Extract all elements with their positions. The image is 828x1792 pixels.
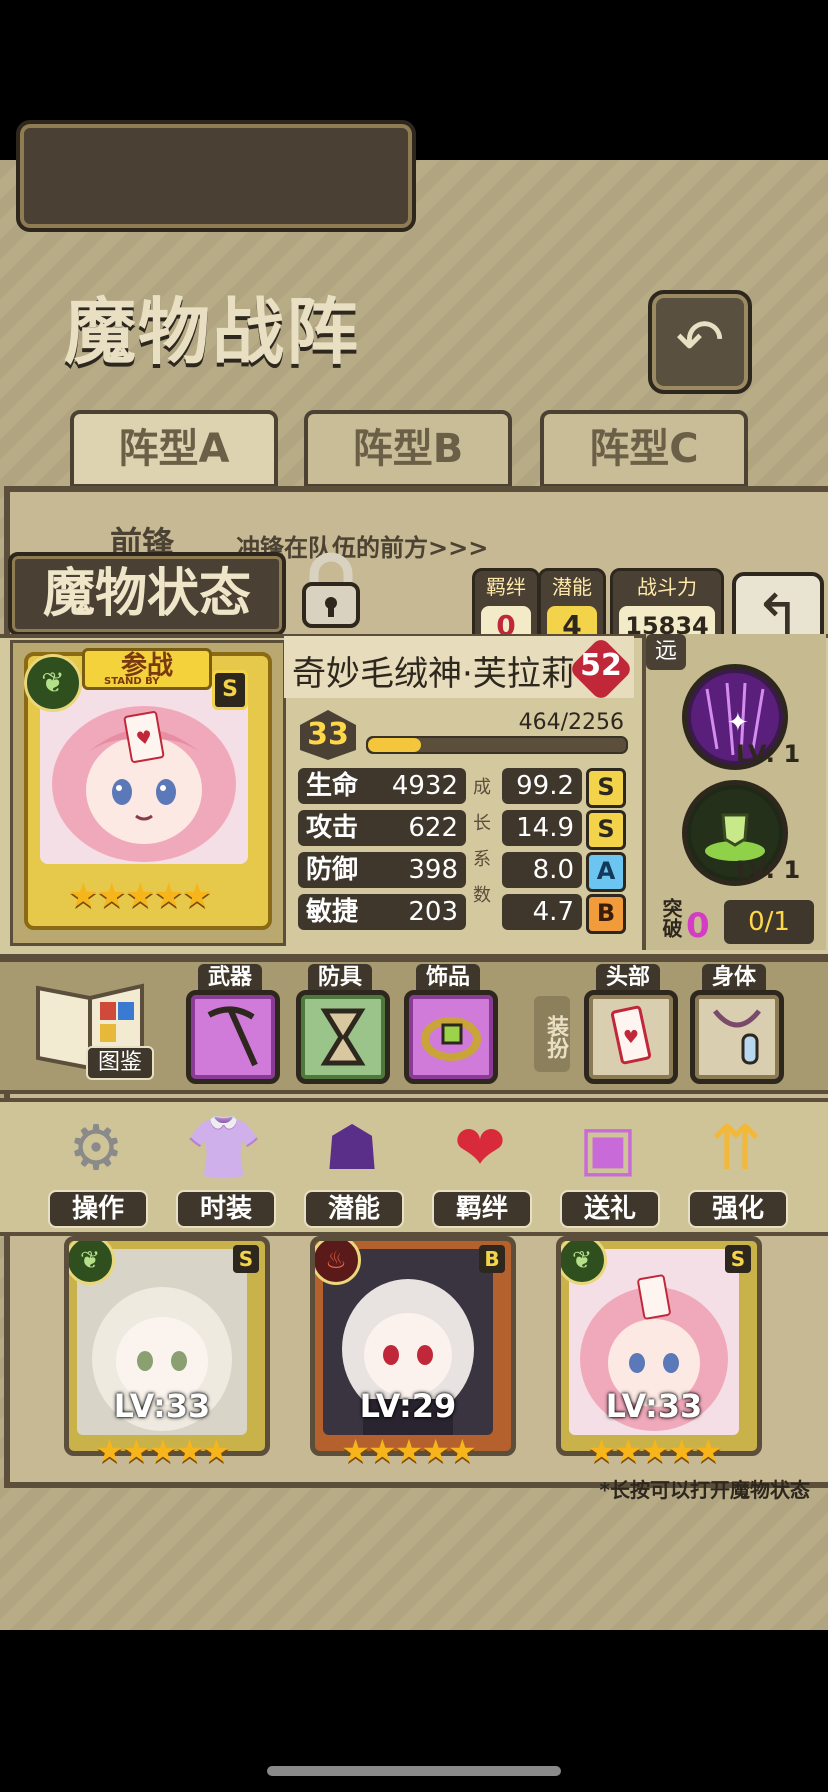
demon-icon: ☗ bbox=[324, 1111, 380, 1184]
heart-value: 52 bbox=[580, 648, 622, 683]
svg-text:♥: ♥ bbox=[623, 1027, 639, 1048]
menu-fashion[interactable]: 👚 时装 bbox=[168, 1104, 280, 1228]
team-card-3[interactable]: ❦ S LV:33 bbox=[556, 1236, 762, 1456]
skill-1-level: LV: 1 bbox=[736, 740, 801, 768]
leaf-element-icon: ❦ bbox=[69, 1241, 115, 1285]
accessory-tag: 饰品 bbox=[416, 964, 480, 992]
breakthrough-progress[interactable]: 0/1 bbox=[724, 900, 814, 944]
necklace-icon bbox=[713, 1009, 761, 1065]
monster-name: 奇妙毛绒神·芙拉莉 bbox=[292, 654, 575, 694]
monster-portrait: ♥ bbox=[40, 684, 248, 864]
menu-operate[interactable]: ⚙ 操作 bbox=[40, 1104, 152, 1228]
stat-agi-value: 203 bbox=[366, 894, 466, 930]
growth-agi-grade: B bbox=[586, 894, 626, 934]
team-card-1-stars: ★★★★★ bbox=[95, 1432, 230, 1470]
page-title: 魔物战阵 bbox=[63, 290, 360, 374]
armor-slot[interactable] bbox=[296, 990, 390, 1084]
upgrade-arrows-icon: ⇈ bbox=[710, 1111, 762, 1184]
weapon-tag: 武器 bbox=[198, 964, 262, 992]
skill-2-level: LV: 1 bbox=[736, 856, 801, 884]
fire-element-icon: ♨ bbox=[315, 1241, 361, 1285]
armor-tag: 防具 bbox=[308, 964, 372, 992]
gear-icon: ⚙ bbox=[68, 1111, 124, 1184]
growth-def-value: 8.0 bbox=[502, 852, 582, 888]
growth-atk-value: 14.9 bbox=[502, 810, 582, 846]
team-card-grade: S bbox=[233, 1245, 259, 1273]
dress-icon: 👚 bbox=[185, 1111, 263, 1184]
power-label: 战斗力 bbox=[637, 575, 697, 599]
hourglass-icon bbox=[320, 1008, 366, 1066]
team-card-level: LV:29 bbox=[359, 1387, 457, 1425]
long-press-hint: *长按可以打开魔物状态 bbox=[599, 1478, 810, 1502]
breakthrough-label: 突破 bbox=[659, 898, 683, 938]
team-card-2-stars: ★★★★★ bbox=[341, 1432, 476, 1470]
title-plate bbox=[16, 120, 416, 232]
stat-def-value: 398 bbox=[366, 852, 466, 888]
leaf-element-icon: ❦ bbox=[24, 654, 82, 712]
range-badge: 远 bbox=[646, 634, 686, 670]
menu-bond[interactable]: ❤ 羁绊 bbox=[424, 1104, 536, 1228]
stat-hp-value: 4932 bbox=[366, 768, 466, 804]
body-tag: 身体 bbox=[702, 964, 766, 992]
card-stars: ★★★★★ bbox=[68, 876, 212, 916]
lock-icon[interactable] bbox=[298, 550, 364, 630]
undo-arrow-icon: ↶ bbox=[675, 306, 725, 374]
growth-hp-grade: S bbox=[586, 768, 626, 808]
tab-formation-b[interactable]: 阵型B bbox=[304, 410, 512, 488]
tab-formation-c[interactable]: 阵型C bbox=[540, 410, 748, 488]
card-grade: S bbox=[212, 670, 248, 710]
growth-def-grade: A bbox=[586, 852, 626, 892]
breakthrough-value: 0 bbox=[686, 906, 710, 946]
stat-hp-label: 生命 bbox=[298, 768, 366, 804]
team-card-grade: S bbox=[725, 1245, 751, 1273]
tab-formation-a[interactable]: 阵型A bbox=[70, 410, 278, 488]
team-card-2[interactable]: ♨ B LV:29 bbox=[310, 1236, 516, 1456]
team-card-3-stars: ★★★★★ bbox=[587, 1432, 722, 1470]
stat-atk-value: 622 bbox=[366, 810, 466, 846]
stat-def-label: 防御 bbox=[298, 852, 366, 888]
ring-icon bbox=[421, 1017, 481, 1061]
team-card-1[interactable]: ❦ S LV:33 bbox=[64, 1236, 270, 1456]
exp-bar-fill bbox=[368, 738, 421, 752]
svg-text:✦: ✦ bbox=[727, 708, 749, 738]
exp-text: 464/2256 bbox=[518, 710, 624, 735]
stat-atk-label: 攻击 bbox=[298, 810, 366, 846]
potential-label: 潜能 bbox=[552, 575, 592, 599]
home-indicator[interactable] bbox=[267, 1766, 561, 1776]
standby-subtext: STAND BY bbox=[104, 676, 160, 687]
accessory-slot[interactable] bbox=[404, 990, 498, 1084]
body-slot[interactable] bbox=[690, 990, 784, 1084]
menu-potential[interactable]: ☗ 潜能 bbox=[296, 1104, 408, 1228]
head-tag: 头部 bbox=[596, 964, 660, 992]
growth-coefficient-label: 成长系数 bbox=[470, 777, 491, 921]
talisman-icon: ♥ bbox=[610, 1005, 652, 1065]
leaf-element-icon: ❦ bbox=[561, 1241, 607, 1285]
book-label: 图鉴 bbox=[86, 1046, 154, 1080]
pickaxe-icon bbox=[207, 1006, 258, 1067]
head-slot[interactable]: ♥ bbox=[584, 990, 678, 1084]
dress-label: 装扮 bbox=[534, 996, 570, 1072]
team-card-grade: B bbox=[479, 1245, 505, 1273]
hearts-icon: ❤ bbox=[454, 1111, 506, 1184]
growth-hp-value: 99.2 bbox=[502, 768, 582, 804]
status-title: 魔物状态 bbox=[8, 552, 286, 636]
team-card-level: LV:33 bbox=[605, 1387, 703, 1425]
growth-agi-value: 4.7 bbox=[502, 894, 582, 930]
team-card-level: LV:33 bbox=[113, 1387, 211, 1425]
weapon-slot[interactable] bbox=[186, 990, 280, 1084]
menu-enhance[interactable]: ⇈ 强化 bbox=[680, 1104, 792, 1228]
back-button[interactable]: ↶ bbox=[648, 290, 752, 394]
bond-label: 羁绊 bbox=[486, 575, 526, 599]
gift-icon: ▣ bbox=[578, 1111, 638, 1184]
menu-gift[interactable]: ▣ 送礼 bbox=[552, 1104, 664, 1228]
stat-agi-label: 敏捷 bbox=[298, 894, 366, 930]
growth-atk-grade: S bbox=[586, 810, 626, 850]
